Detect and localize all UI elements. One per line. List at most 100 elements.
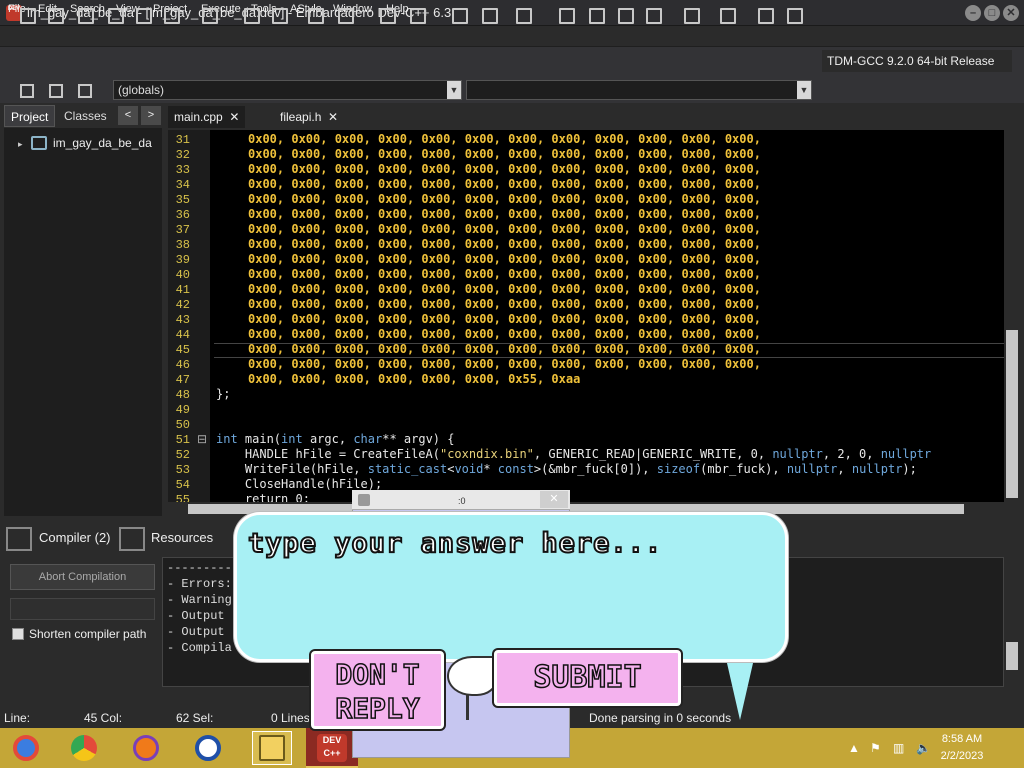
abort-compilation-button[interactable]: Abort Compilation	[10, 564, 155, 590]
profile-icon[interactable]	[754, 4, 778, 28]
insert-icon[interactable]	[16, 80, 38, 102]
code-token: );	[902, 462, 917, 476]
close-all-icon[interactable]	[160, 4, 184, 28]
chevron-down-icon[interactable]: ▼	[447, 81, 461, 99]
menu-bar	[0, 27, 1024, 46]
tab-main-cpp[interactable]: main.cpp ✕	[168, 106, 246, 128]
code-token: argc,	[302, 432, 354, 446]
goto-line-icon[interactable]	[304, 4, 328, 28]
comment-icon[interactable]	[512, 4, 536, 28]
close-file-icon[interactable]	[132, 4, 156, 28]
panel-next-button[interactable]: >	[141, 106, 161, 125]
code-token: nullptr	[880, 447, 932, 461]
code-line: int main(int argc, char** argv) {	[216, 432, 454, 446]
code-token: void	[454, 462, 484, 476]
code-token: int	[216, 432, 238, 446]
chrome-icon[interactable]	[66, 731, 102, 765]
scope-combo[interactable]: (globals) ▼	[113, 80, 462, 100]
code-token: *	[483, 462, 498, 476]
log-line: - Output	[167, 609, 225, 623]
replace-icon[interactable]	[268, 4, 292, 28]
log-line: ---------	[167, 561, 232, 575]
symbol-combo[interactable]: ▼	[466, 80, 812, 100]
compile-progress	[10, 598, 155, 620]
run-icon[interactable]	[585, 4, 609, 28]
goto-bookmark-icon[interactable]	[74, 80, 96, 102]
status-col: 45 Col:	[84, 711, 123, 725]
chromium-icon[interactable]	[8, 731, 44, 765]
maximize-button[interactable]: □	[984, 5, 1000, 21]
dont-reply-button[interactable]: DON'T REPLY	[311, 651, 444, 729]
clock-time[interactable]: 8:58 AM	[932, 733, 992, 745]
minimize-button[interactable]: –	[965, 5, 981, 21]
toggle-panel-icon[interactable]	[334, 4, 358, 28]
editor-vscroll-thumb[interactable]	[1006, 330, 1018, 498]
code-line: 0x00, 0x00, 0x00, 0x00, 0x00, 0x00, 0x00…	[248, 297, 761, 311]
scope-value: (globals)	[118, 83, 165, 97]
project-icon	[31, 136, 47, 150]
volume-icon[interactable]: 🔈	[916, 741, 931, 755]
code-line: 0x00, 0x00, 0x00, 0x00, 0x00, 0x00, 0x00…	[248, 327, 761, 341]
open-file-icon[interactable]	[44, 4, 68, 28]
check-syntax-icon[interactable]	[680, 4, 704, 28]
tab-resources[interactable]: Resources	[151, 530, 213, 545]
print-icon[interactable]	[198, 4, 222, 28]
code-area[interactable]: 0x00, 0x00, 0x00, 0x00, 0x00, 0x00, 0x00…	[168, 132, 1004, 502]
unindent-icon[interactable]	[478, 4, 502, 28]
chevron-down-icon[interactable]: ▼	[797, 81, 811, 99]
code-token: main(	[237, 432, 282, 446]
shorten-path-checkbox[interactable]	[12, 628, 24, 640]
redo-icon[interactable]	[406, 4, 430, 28]
close-icon[interactable]: ✕	[328, 110, 338, 124]
find-icon[interactable]	[240, 4, 264, 28]
undo-icon[interactable]	[376, 4, 400, 28]
new-file-icon[interactable]	[16, 4, 40, 28]
flag-icon[interactable]: ⚑	[870, 741, 881, 755]
toggle-bookmark-icon[interactable]	[45, 80, 67, 102]
firefox-icon[interactable]	[128, 731, 164, 765]
answer-input[interactable]: type your answer here...	[247, 527, 662, 560]
compiler-select[interactable]: TDM-GCC 9.2.0 64-bit Release	[822, 50, 1012, 72]
rebuild-icon[interactable]	[642, 4, 666, 28]
compile-icon[interactable]	[555, 4, 579, 28]
tab-fileapi-h[interactable]: fileapi.h ✕	[274, 106, 344, 128]
stop-icon[interactable]	[716, 4, 740, 28]
code-line: 0x00, 0x00, 0x00, 0x00, 0x00, 0x00, 0x00…	[248, 267, 761, 281]
code-line: 0x00, 0x00, 0x00, 0x00, 0x00, 0x00, 0x00…	[248, 192, 761, 206]
delete-profile-icon[interactable]	[783, 4, 807, 28]
popup-close-button[interactable]: ✕	[540, 491, 568, 508]
status-lines: 0 Lines:	[271, 711, 314, 725]
network-icon[interactable]: ▥	[893, 741, 904, 755]
submit-button[interactable]: SUBMIT	[494, 650, 681, 706]
tab-classes[interactable]: Classes	[58, 105, 113, 127]
close-button[interactable]: ✕	[1003, 5, 1019, 21]
tree-item-project[interactable]: im_gay_da_be_da	[53, 136, 152, 150]
code-line: 0x00, 0x00, 0x00, 0x00, 0x00, 0x00, 0x00…	[248, 237, 761, 251]
compiler-tab-icon	[6, 527, 32, 551]
close-icon[interactable]: ✕	[229, 110, 239, 124]
fold-icon[interactable]: ⊟	[197, 432, 207, 446]
tab-label: fileapi.h	[280, 110, 322, 124]
campaign-icon[interactable]	[190, 731, 226, 765]
save-all-icon[interactable]	[104, 4, 128, 28]
panel-prev-button[interactable]: <	[118, 106, 138, 125]
compile-run-icon[interactable]	[614, 4, 638, 28]
save-icon[interactable]	[74, 4, 98, 28]
clock-date[interactable]: 2/2/2023	[932, 750, 992, 762]
tray-expand-icon[interactable]: ▲	[848, 741, 860, 755]
log-line: - Errors:	[167, 577, 232, 591]
code-token: >(&mbr_fuck[0]),	[533, 462, 657, 476]
code-token: "coxndix.bin"	[439, 447, 534, 461]
tab-project[interactable]: Project	[4, 105, 56, 127]
status-line: Line:	[4, 711, 31, 725]
indent-icon[interactable]	[448, 4, 472, 28]
devcpp-taskbar-button[interactable]: DEV C++	[306, 728, 358, 768]
status-sel: 62 Sel:	[176, 711, 214, 725]
code-line: 0x00, 0x00, 0x00, 0x00, 0x00, 0x00, 0x00…	[248, 177, 761, 191]
code-token: WriteFile(hFile,	[216, 462, 368, 476]
code-token: static_cast	[367, 462, 448, 476]
tab-compiler[interactable]: Compiler (2)	[39, 530, 111, 545]
expand-icon[interactable]: ▸	[18, 139, 23, 150]
file-explorer-icon[interactable]	[252, 731, 292, 765]
log-vscroll-thumb[interactable]	[1006, 642, 1018, 670]
